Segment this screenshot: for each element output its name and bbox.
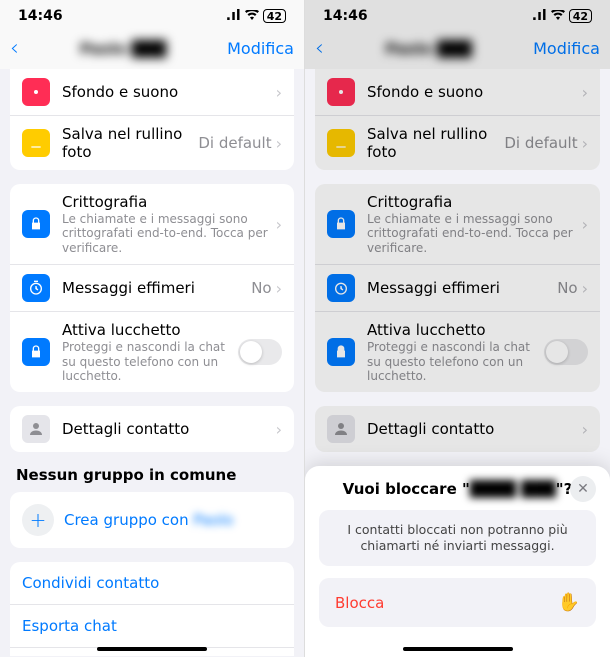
chevron-icon: › (276, 215, 282, 234)
chevron-icon: › (276, 420, 282, 439)
status-right: .ıl 42 (226, 8, 286, 24)
padlock-icon (22, 338, 50, 366)
edit-button[interactable]: Modifica (227, 39, 294, 58)
create-group-name-blurred: Paolo (193, 511, 233, 529)
lock-icon (327, 210, 355, 238)
row-share-contact[interactable]: Condividi contatto (10, 562, 294, 605)
block-action-button[interactable]: Blocca ✋ (319, 578, 596, 627)
row-save-camera-roll[interactable]: Salva nel rullino foto Di default › (10, 116, 294, 170)
wifi-icon (551, 8, 565, 24)
nav-title: Paolo ███ (80, 40, 166, 58)
row-chat-lock: Attiva lucchettoProteggi e nascondi la c… (10, 312, 294, 392)
row-contact-details: Dettagli contatto › (315, 406, 600, 452)
nav-title: Paolo ███ (385, 40, 471, 58)
block-action-label: Blocca (335, 594, 384, 612)
sheet-description: I contatti bloccati non potranno più chi… (319, 510, 596, 567)
nav-bar: ‹ Paolo ███ Modifica (305, 30, 610, 69)
battery-icon: 42 (263, 9, 286, 23)
home-indicator[interactable] (97, 647, 207, 651)
status-time: 14:46 (18, 8, 63, 24)
status-right: .ıl 42 (532, 8, 592, 24)
wallpaper-label: Sfondo e suono (62, 83, 276, 101)
wallpaper-icon (327, 78, 355, 106)
status-time: 14:46 (323, 8, 368, 24)
block-sheet: Vuoi bloccare "████ ███"? ✕ I contatti b… (305, 466, 610, 657)
encryption-label: Crittografia (62, 193, 276, 211)
cellular-icon: .ıl (532, 8, 547, 24)
row-encryption: CrittografiaLe chiamate e i messaggi son… (315, 184, 600, 265)
screen-block-sheet: 14:46 .ıl 42 ‹ Paolo ███ Modifica Sfondo… (305, 0, 610, 657)
create-group-label: Crea gruppo con (64, 511, 193, 529)
encryption-sub: Le chiamate e i messaggi sono crittograf… (62, 212, 276, 255)
row-wallpaper-sound[interactable]: Sfondo e suono › (10, 69, 294, 116)
save-roll-icon (22, 129, 50, 157)
save-roll-value: Di default (198, 134, 271, 152)
contact-details-label: Dettagli contatto (62, 420, 276, 438)
lock-toggle[interactable] (238, 339, 282, 365)
row-chat-lock: Attiva lucchettoProteggi e nascondi la c… (315, 312, 600, 392)
row-ephemeral: Messaggi effimeri No › (315, 265, 600, 312)
padlock-icon (327, 338, 355, 366)
contact-icon (327, 415, 355, 443)
save-roll-label: Salva nel rullino foto (62, 125, 198, 161)
lock-sub: Proteggi e nascondi la chat su questo te… (62, 340, 238, 383)
cellular-icon: .ıl (226, 8, 241, 24)
chevron-icon: › (276, 83, 282, 102)
lock-toggle (544, 339, 588, 365)
ephemeral-label: Messaggi effimeri (62, 279, 251, 297)
hand-stop-icon: ✋ (558, 592, 580, 613)
chevron-icon: › (276, 134, 282, 153)
edit-button: Modifica (533, 39, 600, 58)
ephemeral-value: No (251, 279, 271, 297)
chevron-icon: › (276, 279, 282, 298)
row-encryption[interactable]: CrittografiaLe chiamate e i messaggi son… (10, 184, 294, 265)
row-export-chat[interactable]: Esporta chat (10, 605, 294, 648)
timer-icon (22, 274, 50, 302)
row-contact-details[interactable]: Dettagli contatto › (10, 406, 294, 452)
back-button[interactable]: ‹ (10, 36, 19, 61)
row-create-group[interactable]: + Crea gruppo con Paolo (10, 492, 294, 548)
nav-bar: ‹ Paolo ███ Modifica (0, 30, 304, 69)
close-button[interactable]: ✕ (570, 476, 596, 502)
row-ephemeral[interactable]: Messaggi effimeri No › (10, 265, 294, 312)
content-scroll[interactable]: Sfondo e suono › Salva nel rullino foto … (0, 69, 304, 656)
lock-icon (22, 210, 50, 238)
sheet-title: Vuoi bloccare "████ ███"? (343, 480, 573, 498)
sheet-name-blurred: ████ ███ (470, 480, 556, 498)
wallpaper-icon (22, 78, 50, 106)
status-bar: 14:46 .ıl 42 (0, 0, 304, 30)
lock-label: Attiva lucchetto (62, 321, 238, 339)
screen-settings: 14:46 .ıl 42 ‹ Paolo ███ Modifica Sfondo… (0, 0, 305, 657)
contact-icon (22, 415, 50, 443)
save-roll-icon (327, 129, 355, 157)
battery-icon: 42 (569, 9, 592, 23)
plus-icon: + (22, 504, 54, 536)
row-save-camera-roll: Salva nel rullino foto Di default › (315, 116, 600, 170)
back-button: ‹ (315, 36, 324, 61)
wifi-icon (245, 8, 259, 24)
timer-icon (327, 274, 355, 302)
home-indicator[interactable] (403, 647, 513, 651)
groups-header: Nessun gruppo in comune (0, 466, 304, 492)
row-wallpaper-sound: Sfondo e suono › (315, 69, 600, 116)
status-bar: 14:46 .ıl 42 (305, 0, 610, 30)
